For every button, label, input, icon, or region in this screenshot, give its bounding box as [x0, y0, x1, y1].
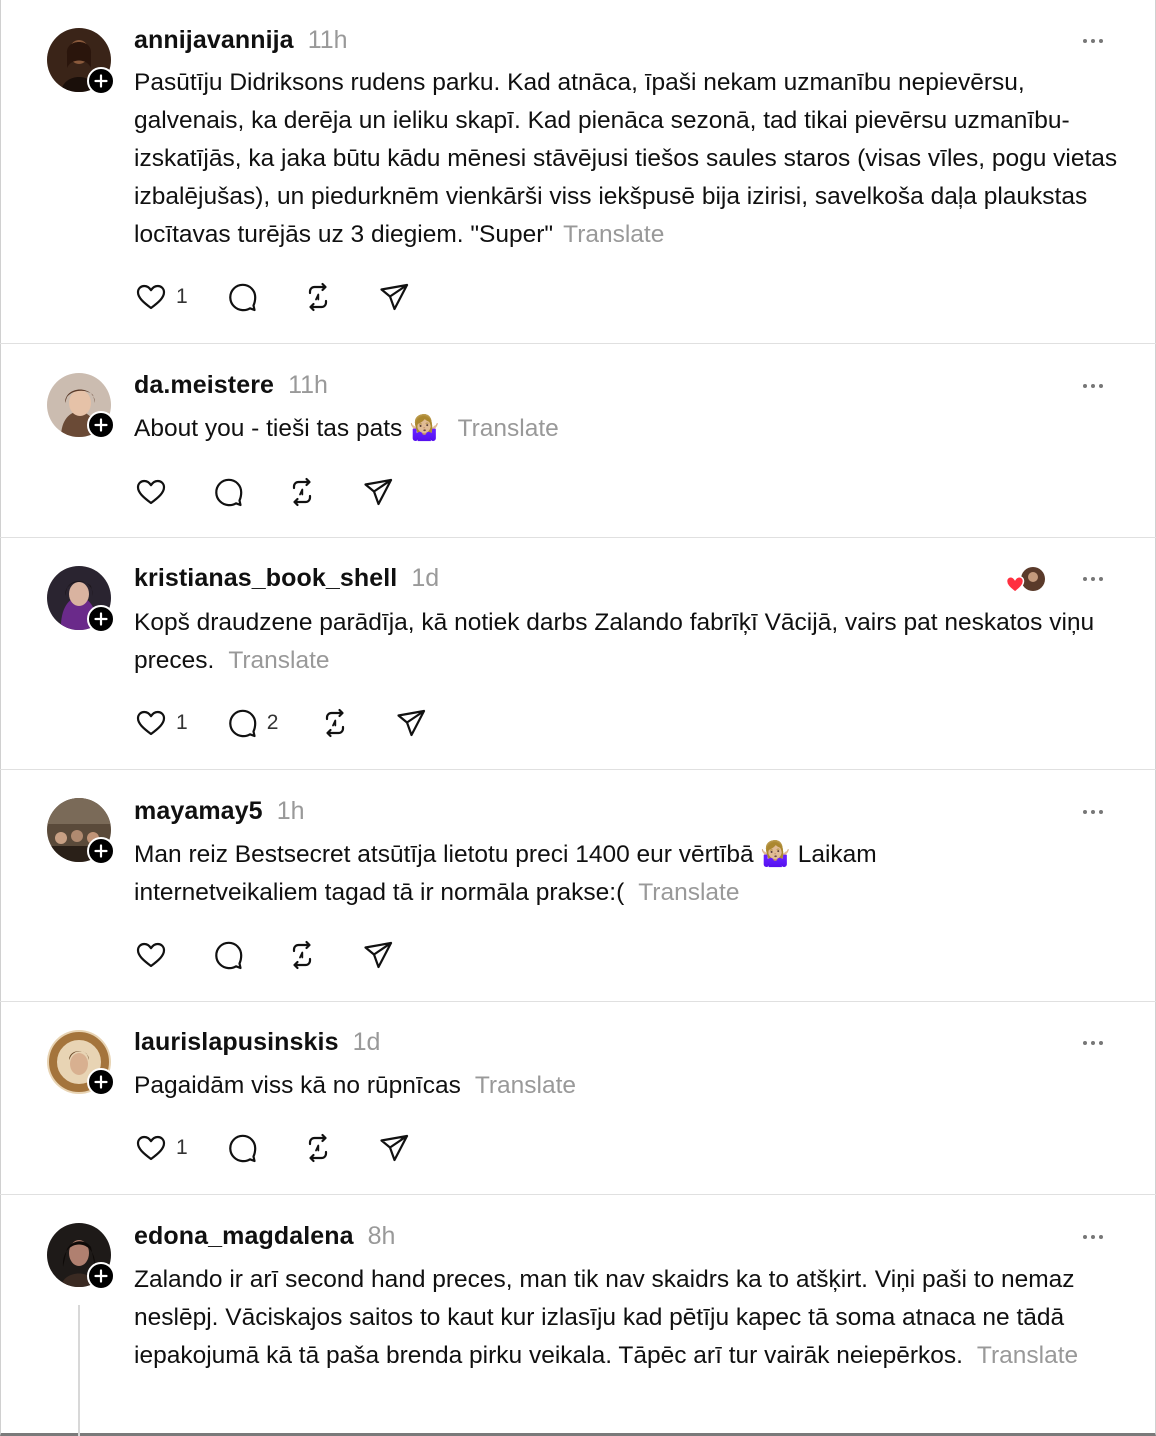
follow-plus-icon[interactable]	[87, 605, 115, 633]
comment-icon	[225, 706, 259, 740]
follow-plus-icon[interactable]	[87, 411, 115, 439]
reply-count: 2	[266, 711, 279, 734]
post-text: Zalando ir arī second hand preces, man t…	[134, 1261, 1094, 1375]
repost-button[interactable]	[301, 280, 335, 314]
reaction-avatars[interactable]	[1004, 565, 1048, 595]
like-count: 1	[176, 285, 188, 308]
more-icon[interactable]	[1078, 1033, 1108, 1053]
comment-icon	[211, 938, 245, 972]
heart-icon	[134, 938, 168, 972]
repost-button[interactable]	[285, 475, 319, 509]
repost-icon	[285, 475, 319, 509]
translate-link[interactable]: Translate	[458, 415, 559, 442]
repost-icon	[285, 938, 319, 972]
timestamp[interactable]: 11h	[308, 26, 348, 55]
comment-icon	[225, 1131, 259, 1165]
heart-icon	[134, 475, 168, 509]
share-icon	[361, 938, 395, 972]
timestamp[interactable]: 11h	[288, 371, 328, 400]
like-count: 1	[176, 1136, 188, 1159]
username[interactable]: edona_magdalena	[134, 1222, 354, 1251]
follow-plus-icon[interactable]	[87, 1068, 115, 1096]
post-text: Pasūtīju Didriksons rudens parku. Kad at…	[134, 64, 1119, 254]
post-annijavannija: annijavannija 11h Pasūtīju Didriksons ru…	[0, 0, 1156, 344]
follow-plus-icon[interactable]	[87, 67, 115, 95]
share-icon	[377, 1131, 411, 1165]
comment-icon	[211, 475, 245, 509]
like-button[interactable]	[134, 475, 168, 509]
more-icon[interactable]	[1078, 376, 1108, 396]
translate-link[interactable]: Translate	[638, 879, 739, 906]
like-count: 1	[176, 711, 188, 734]
reply-button[interactable]: 2	[225, 706, 279, 740]
heart-icon	[134, 706, 168, 740]
reply-button[interactable]	[211, 475, 245, 509]
post-laurislapusinskis: laurislapusinskis 1d Pagaidām viss kā no…	[0, 1002, 1156, 1195]
username[interactable]: kristianas_book_shell	[134, 564, 397, 593]
translate-link[interactable]: Translate	[475, 1072, 576, 1099]
post-body: Man reiz Bestsecret atsūtīja lietotu pre…	[134, 841, 877, 906]
reply-button[interactable]	[211, 938, 245, 972]
reply-button[interactable]	[225, 1131, 259, 1165]
comment-icon	[225, 280, 259, 314]
more-icon[interactable]	[1078, 1227, 1108, 1247]
repost-icon	[318, 706, 352, 740]
like-button[interactable]: 1	[134, 280, 188, 314]
username[interactable]: da.meistere	[134, 371, 274, 400]
like-button[interactable]	[134, 938, 168, 972]
translate-link[interactable]: Translate	[977, 1342, 1078, 1369]
post-text: About you - tieši tas pats 🤷🏼‍♀️ Translat…	[134, 410, 1124, 448]
post-body: About you - tieši tas pats 🤷🏼‍♀️	[134, 415, 440, 442]
share-icon	[394, 706, 428, 740]
share-button[interactable]	[377, 280, 411, 314]
repost-button[interactable]	[318, 706, 352, 740]
post-mayamay5: mayamay5 1h Man reiz Bestsecret atsūtīja…	[0, 770, 1156, 1002]
post-text: Man reiz Bestsecret atsūtīja lietotu pre…	[134, 836, 954, 912]
username[interactable]: mayamay5	[134, 797, 263, 826]
reply-button[interactable]	[225, 280, 259, 314]
username[interactable]: annijavannija	[134, 26, 294, 55]
translate-link[interactable]: Translate	[228, 647, 329, 674]
repost-icon	[301, 280, 335, 314]
more-icon[interactable]	[1078, 802, 1108, 822]
like-button[interactable]: 1	[134, 1131, 188, 1165]
share-button[interactable]	[361, 938, 395, 972]
share-button[interactable]	[361, 475, 395, 509]
repost-button[interactable]	[285, 938, 319, 972]
share-button[interactable]	[394, 706, 428, 740]
share-icon	[377, 280, 411, 314]
thread-line	[78, 1305, 80, 1436]
heart-icon	[134, 280, 168, 314]
timestamp[interactable]: 1d	[353, 1028, 381, 1057]
post-text: Pagaidām viss kā no rūpnīcas Translate	[134, 1067, 1124, 1105]
more-icon[interactable]	[1078, 569, 1108, 589]
post-body: Pagaidām viss kā no rūpnīcas	[134, 1072, 461, 1099]
post-kristianas-book-shell: kristianas_book_shell 1d Kopš draudzene …	[0, 538, 1156, 770]
timestamp[interactable]: 1h	[277, 797, 305, 826]
username[interactable]: laurislapusinskis	[134, 1028, 339, 1057]
post-body: Zalando ir arī second hand preces, man t…	[134, 1266, 1075, 1369]
share-icon	[361, 475, 395, 509]
post-edona-magdalena: edona_magdalena 8h Zalando ir arī second…	[0, 1195, 1156, 1436]
repost-button[interactable]	[301, 1131, 335, 1165]
timestamp[interactable]: 1d	[411, 564, 439, 593]
timestamp[interactable]: 8h	[368, 1222, 396, 1251]
post-text: Kopš draudzene parādīja, kā notiek darbs…	[134, 604, 1124, 680]
follow-plus-icon[interactable]	[87, 837, 115, 865]
more-icon[interactable]	[1078, 31, 1108, 51]
like-button[interactable]: 1	[134, 706, 188, 740]
share-button[interactable]	[377, 1131, 411, 1165]
follow-plus-icon[interactable]	[87, 1262, 115, 1290]
post-da-meistere: da.meistere 11h About you - tieši tas pa…	[0, 344, 1156, 538]
repost-icon	[301, 1131, 335, 1165]
translate-link[interactable]: Translate	[563, 221, 664, 248]
heart-icon	[134, 1131, 168, 1165]
